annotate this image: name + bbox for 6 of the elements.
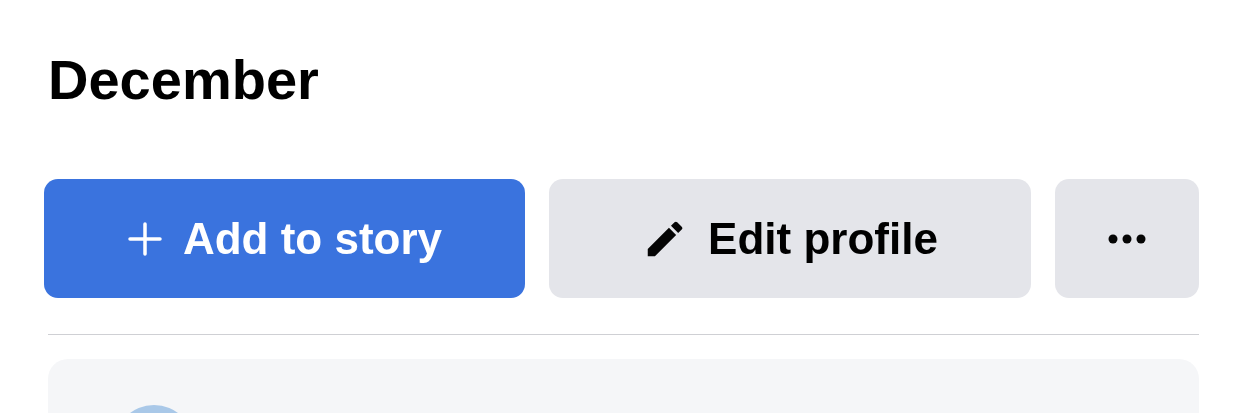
edit-profile-button[interactable]: Edit profile [549, 179, 1031, 298]
more-icon [1107, 233, 1147, 244]
add-to-story-button[interactable]: Add to story [44, 179, 525, 298]
month-heading: December [48, 47, 319, 113]
more-button[interactable] [1055, 179, 1199, 298]
plus-icon [126, 220, 163, 257]
